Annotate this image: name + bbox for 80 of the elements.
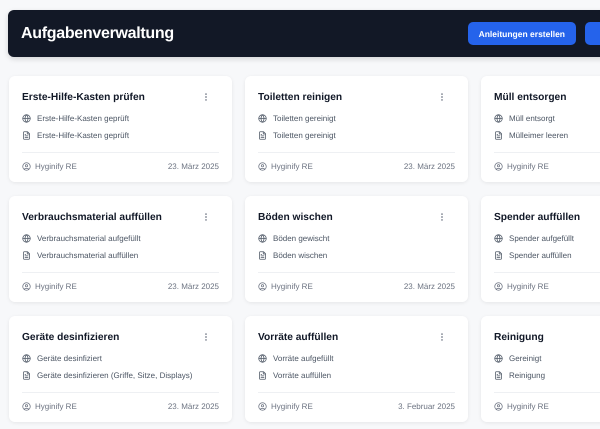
globe-icon [494,234,503,243]
document-icon [22,251,31,260]
user-icon [494,282,503,291]
task-title: Reinigung [494,332,544,342]
task-date: 23. März 2025 [404,162,455,171]
task-card[interactable]: Vorräte auffüllen Vorräte aufgefüllt Vorräte auffüllen Hyginify RE 3. Februar 2025 [245,316,468,422]
task-result: Erste-Hilfe-Kasten geprüft [37,114,130,123]
task-instruction: Reinigung [509,371,546,380]
task-result: Toiletten gereinigt [273,114,336,123]
task-result: Gereinigt [509,354,542,363]
task-instruction: Verbrauchsmaterial auffüllen [37,251,138,260]
task-title: Toiletten reinigen [258,92,342,102]
task-card[interactable]: Müll entsorgen Müll entsorgt Mülleimer leeren Hyginify RE [481,76,600,182]
task-card[interactable]: Böden wischen Böden gewischt Böden wischen Hyginify RE 23. März 2025 [245,196,468,302]
document-icon [494,371,503,380]
task-result: Vorräte aufgefüllt [273,354,334,363]
author-name: Hyginify RE [35,282,77,291]
task-card[interactable]: Erste-Hilfe-Kasten prüfen Erste-Hilfe-Kasten geprüft Erste-Hilfe-Kasten geprüft Hyginify RE 23. März 2025 [9,76,232,182]
globe-icon [258,234,267,243]
task-title: Böden wischen [258,212,333,222]
task-date: 23. März 2025 [168,282,219,291]
document-icon [258,371,267,380]
task-date: 23. März 2025 [404,282,455,291]
task-title: Erste-Hilfe-Kasten prüfen [22,92,145,102]
task-result: Spender aufgefüllt [509,234,574,243]
user-icon [22,282,31,291]
user-icon [494,162,503,171]
user-icon [22,402,31,411]
task-card[interactable]: Reinigung Gereinigt Reinigung Hyginify RE [481,316,600,422]
author-name: Hyginify RE [507,402,549,411]
globe-icon [494,114,503,123]
user-icon [258,282,267,291]
task-card[interactable]: Verbrauchsmaterial auffüllen Verbrauchsmaterial aufgefüllt Verbrauchsmaterial auffüllen Hyginify RE 23. März 2025 [9,196,232,302]
user-icon [258,162,267,171]
author-name: Hyginify RE [271,162,313,171]
task-card[interactable]: Spender auffüllen Spender aufgefüllt Spender auffüllen Hyginify RE [481,196,600,302]
task-date: 23. März 2025 [168,162,219,171]
document-icon [494,251,503,260]
author-name: Hyginify RE [507,162,549,171]
task-result: Geräte desinfiziert [37,354,102,363]
document-icon [22,371,31,380]
task-title: Spender auffüllen [494,212,580,222]
user-icon [22,162,31,171]
task-title: Geräte desinfizieren [22,332,120,342]
task-instruction: Vorräte auffüllen [273,371,332,380]
globe-icon [22,354,31,363]
author-name: Hyginify RE [271,282,313,291]
user-icon [258,402,267,411]
document-icon [494,131,503,140]
author-name: Hyginify RE [35,402,77,411]
author-name: Hyginify RE [507,282,549,291]
page-title: Aufgabenverwaltung [21,24,175,42]
task-title: Vorräte auffüllen [258,332,338,342]
task-instruction: Geräte desinfizieren (Griffe, Sitze, Displays) [37,371,192,380]
globe-icon [494,354,503,363]
author-name: Hyginify RE [35,162,77,171]
task-result: Böden gewischt [273,234,330,243]
task-instruction: Toiletten gereinigt [273,131,336,140]
task-instruction: Spender auffüllen [509,251,572,260]
task-date: 3. Februar 2025 [398,402,455,411]
task-result: Müll entsorgt [509,114,555,123]
document-icon [22,131,31,140]
task-title: Verbrauchsmaterial auffüllen [22,212,162,222]
task-card[interactable]: Geräte desinfizieren Geräte desinfiziert Geräte desinfizieren (Griffe, Sitze, Displays) Hyginify RE 23. März 2025 [9,316,232,422]
task-card[interactable]: Toiletten reinigen Toiletten gereinigt Toiletten gereinigt Hyginify RE 23. März 2025 [245,76,468,182]
globe-icon [258,354,267,363]
author-name: Hyginify RE [271,402,313,411]
task-result: Verbrauchsmaterial aufgefüllt [37,234,141,243]
task-date: 23. März 2025 [168,402,219,411]
create-instructions-button[interactable]: Anleitungen erstellen [468,22,576,45]
globe-icon [22,114,31,123]
globe-icon [22,234,31,243]
user-icon [494,402,503,411]
document-icon [258,131,267,140]
task-title: Müll entsorgen [494,92,566,102]
task-instruction: Böden wischen [273,251,328,260]
globe-icon [258,114,267,123]
task-instruction: Erste-Hilfe-Kasten geprüft [37,131,130,140]
document-icon [258,251,267,260]
task-instruction: Mülleimer leeren [509,131,568,140]
